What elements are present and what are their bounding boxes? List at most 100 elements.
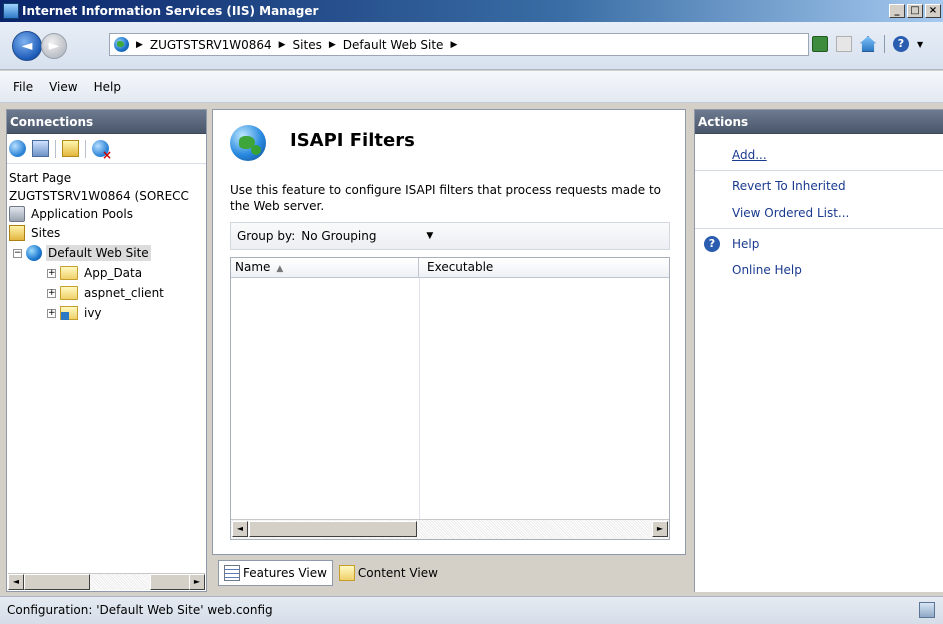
disconnect-icon[interactable] <box>92 140 112 162</box>
group-by-bar: Group by: No Grouping ▼ <box>230 222 670 250</box>
action-view-ordered-list[interactable]: View Ordered List... <box>732 206 849 220</box>
scrollbar-thumb[interactable] <box>249 521 417 537</box>
action-help[interactable]: Help <box>732 237 759 251</box>
scroll-right-button[interactable]: ► <box>652 521 668 537</box>
scrollbar-thumb[interactable] <box>24 574 90 590</box>
column-header-name[interactable]: Name ▲ <box>231 258 419 277</box>
expand-icon[interactable]: + <box>47 308 56 318</box>
window-title: Internet Information Services (IIS) Mana… <box>22 4 319 18</box>
back-arrow-icon: ◄ <box>21 38 33 54</box>
tree-item-label: Application Pools <box>31 207 133 221</box>
folder-icon <box>60 266 78 280</box>
network-status-icon <box>919 602 935 618</box>
tab-content-view[interactable]: Content View <box>333 560 444 586</box>
toolbar-separator <box>884 35 885 53</box>
connect-icon[interactable] <box>9 140 26 157</box>
scroll-right-button[interactable]: ► <box>189 574 205 590</box>
address-bar: ◄ ► ▶ ZUGTSTSRV1W0864 ▶ Sites ▶ Default … <box>0 22 943 70</box>
features-view-icon <box>224 565 240 581</box>
breadcrumb-default-web-site[interactable]: Default Web Site <box>343 38 444 52</box>
sites-icon <box>9 225 25 241</box>
action-online-help[interactable]: Online Help <box>732 263 802 277</box>
scroll-left-button[interactable]: ◄ <box>232 521 248 537</box>
status-text: Configuration: 'Default Web Site' web.co… <box>7 603 273 617</box>
expand-icon[interactable]: + <box>47 268 56 278</box>
isapi-filters-icon <box>230 125 266 161</box>
tree-item-label: Sites <box>31 226 61 240</box>
list-header: Name ▲ Executable <box>231 258 669 278</box>
scrollbar-thumb-right[interactable] <box>150 574 190 590</box>
action-revert-to-inherited[interactable]: Revert To Inherited <box>732 179 846 193</box>
tree-item-default-web-site[interactable]: − Default Web Site <box>13 243 151 263</box>
scroll-left-button[interactable]: ◄ <box>8 574 24 590</box>
group-by-dropdown[interactable]: No Grouping ▼ <box>301 229 433 243</box>
tree-item-label: Start Page <box>9 171 72 185</box>
application-folder-icon <box>60 306 78 320</box>
connections-header: Connections <box>7 110 206 134</box>
breadcrumb-sites[interactable]: Sites <box>293 38 322 52</box>
view-tabs: Features View Content View <box>218 560 444 586</box>
chevron-right-icon[interactable]: ▶ <box>279 40 286 50</box>
tree-item-aspnet-client[interactable]: + aspnet_client <box>47 283 166 303</box>
maximize-button[interactable]: □ <box>907 4 923 18</box>
actions-header: Actions <box>695 110 943 134</box>
save-icon[interactable] <box>32 140 49 157</box>
tree-item-label: ivy <box>84 306 102 320</box>
sort-ascending-icon: ▲ <box>276 264 284 274</box>
filters-list[interactable]: Name ▲ Executable ◄ ► <box>230 257 670 540</box>
tree-item-application-pools[interactable]: Application Pools <box>9 204 135 224</box>
collapse-icon[interactable]: − <box>13 248 22 258</box>
minimize-button[interactable]: _ <box>889 4 905 18</box>
iis-app-icon <box>3 3 19 19</box>
close-button[interactable]: × <box>925 4 941 18</box>
chevron-right-icon[interactable]: ▶ <box>136 40 143 50</box>
menu-file[interactable]: File <box>5 80 41 94</box>
tab-features-view[interactable]: Features View <box>218 560 333 586</box>
connections-horizontal-scrollbar[interactable]: ◄ ► <box>8 573 205 590</box>
chevron-right-icon[interactable]: ▶ <box>450 40 457 50</box>
help-icon[interactable]: ? <box>893 36 909 52</box>
tree-item-label: ZUGTSTSRV1W0864 (SORECC <box>9 189 189 203</box>
globe-icon <box>114 37 129 52</box>
tree-item-sites[interactable]: Sites <box>9 223 62 243</box>
expand-icon[interactable]: + <box>47 288 56 298</box>
column-divider <box>419 278 420 519</box>
action-separator <box>695 228 943 229</box>
back-button[interactable]: ◄ <box>12 31 42 61</box>
group-by-label: Group by: <box>237 229 296 243</box>
folder-icon[interactable] <box>62 140 79 157</box>
page-title: ISAPI Filters <box>290 130 415 151</box>
tree-item-app-data[interactable]: + App_Data <box>47 263 144 283</box>
menu-bar: File View Help <box>0 71 943 103</box>
column-header-executable[interactable]: Executable <box>419 258 669 277</box>
tree-item-start-page[interactable]: Start Page <box>7 168 73 188</box>
toolbar-separator <box>55 139 56 158</box>
tree-item-label: Default Web Site <box>46 245 151 261</box>
tree-item-server[interactable]: ZUGTSTSRV1W0864 (SORECC <box>7 186 191 206</box>
action-separator <box>695 170 943 171</box>
title-bar: Internet Information Services (IIS) Mana… <box>0 0 943 22</box>
feature-panel: ISAPI Filters Use this feature to config… <box>212 109 686 555</box>
chevron-down-icon: ▼ <box>426 231 434 241</box>
breadcrumb-server[interactable]: ZUGTSTSRV1W0864 <box>150 38 272 52</box>
chevron-down-icon[interactable]: ▼ <box>917 40 923 49</box>
menu-view[interactable]: View <box>41 80 85 94</box>
application-pools-icon <box>9 206 25 222</box>
column-header-label: Name <box>235 260 271 274</box>
refresh-icon[interactable] <box>812 36 828 52</box>
action-add[interactable]: Add... <box>732 148 767 162</box>
forward-button[interactable]: ► <box>41 33 67 59</box>
status-bar: Configuration: 'Default Web Site' web.co… <box>0 596 943 624</box>
breadcrumb[interactable]: ▶ ZUGTSTSRV1W0864 ▶ Sites ▶ Default Web … <box>109 33 809 56</box>
chevron-right-icon[interactable]: ▶ <box>329 40 336 50</box>
stop-icon[interactable] <box>836 36 852 52</box>
column-header-label: Executable <box>427 260 494 274</box>
feature-description: Use this feature to configure ISAPI filt… <box>230 183 661 213</box>
toolbar-separator <box>85 139 86 158</box>
menu-help[interactable]: Help <box>86 80 129 94</box>
tree-item-label: aspnet_client <box>84 286 164 300</box>
content-view-icon <box>338 565 355 581</box>
tree-item-ivy[interactable]: + ivy <box>47 303 104 323</box>
home-icon[interactable] <box>860 36 876 52</box>
list-horizontal-scrollbar[interactable]: ◄ ► <box>231 519 669 539</box>
